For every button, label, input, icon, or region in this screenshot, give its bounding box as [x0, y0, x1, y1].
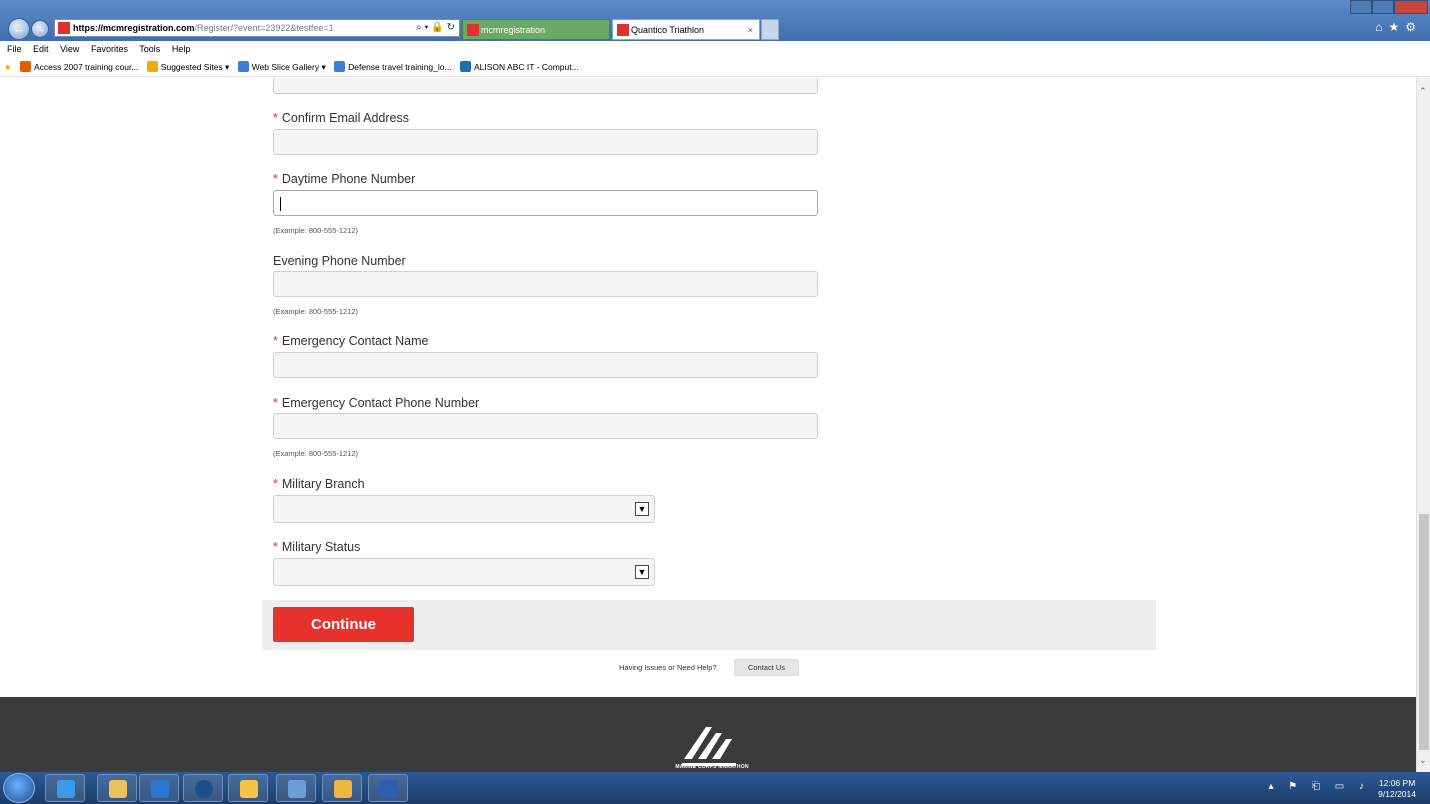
evening-phone-input[interactable]: [273, 271, 818, 297]
menu-tools[interactable]: Tools: [139, 44, 160, 54]
home-favorites-tools-icon[interactable]: ⌂★⚙: [1375, 20, 1422, 34]
tab-mcmregistration[interactable]: mcmregistration: [462, 19, 610, 40]
favorites-bar: ★ Access 2007 training cour... Suggested…: [0, 57, 1430, 77]
system-clock[interactable]: 12:06 PM 9/12/2014: [1378, 778, 1416, 800]
taskbar-explorer[interactable]: [97, 774, 137, 802]
emergency-name-input[interactable]: [273, 352, 818, 378]
internet-explorer-icon: [57, 780, 75, 798]
bing-icon: [146, 61, 158, 72]
favorite-access-training[interactable]: Access 2007 training cour...: [20, 57, 138, 77]
daytime-phone-label: * Daytime Phone Number: [273, 172, 416, 186]
app-icon: [240, 780, 258, 798]
system-tray-icons[interactable]: ▴ ⚑ ⎗ ▭ ♪: [1268, 781, 1370, 792]
favorite-defense-travel[interactable]: Defense travel training_lo...: [334, 57, 452, 77]
taskbar-media[interactable]: [139, 774, 179, 802]
taskbar-window[interactable]: [276, 774, 316, 802]
taskbar-app[interactable]: [228, 774, 268, 802]
evening-phone-label: Evening Phone Number: [273, 254, 406, 268]
tab-favicon-icon: [617, 24, 629, 36]
military-branch-label: * Military Branch: [273, 477, 365, 491]
help-text: Having Issues or Need Help?: [619, 663, 717, 672]
close-window-button[interactable]: [1394, 0, 1428, 14]
address-path: /Register/?event=23922&testfee=1: [194, 23, 334, 33]
page-content: * Confirm Email Address * Daytime Phone Nu…: [0, 78, 1416, 772]
new-tab-button[interactable]: [761, 19, 779, 40]
scroll-up-icon[interactable]: ⌃: [1419, 86, 1427, 97]
dropdown-arrow-icon[interactable]: ▼: [635, 502, 649, 516]
tab-favicon-icon: [467, 24, 479, 36]
address-actions-icon[interactable]: ⌕ ▾ 🔒 ↻: [416, 20, 455, 36]
menu-bar: File Edit View Favorites Tools Help: [0, 41, 1430, 57]
tab-label: Quantico Triathlon: [631, 25, 705, 35]
favorite-web-slice-gallery[interactable]: Web Slice Gallery ▾: [237, 57, 326, 77]
contact-us-button[interactable]: Contact Us: [734, 659, 799, 676]
tab-label: mcmregistration: [481, 25, 546, 35]
back-button[interactable]: ←: [8, 18, 30, 40]
emergency-name-label: * Emergency Contact Name: [273, 334, 429, 348]
email-input[interactable]: [273, 78, 818, 94]
address-domain: https://mcmregistration.com: [73, 23, 195, 33]
forward-button[interactable]: →: [31, 20, 49, 38]
scroll-down-icon[interactable]: ⌄: [1419, 755, 1427, 766]
hp-icon: [195, 780, 213, 798]
taskbar-word[interactable]: [368, 774, 408, 802]
ie-page-icon: [237, 61, 249, 72]
menu-help[interactable]: Help: [172, 44, 191, 54]
alison-icon: [459, 61, 471, 72]
favorite-alison[interactable]: ALISON ABC IT - Comput...: [459, 57, 579, 77]
dropdown-arrow-icon[interactable]: ▼: [635, 565, 649, 579]
favorite-suggested-sites[interactable]: Suggested Sites ▾: [146, 57, 229, 77]
media-player-icon: [151, 780, 169, 798]
military-status-select[interactable]: ▼: [273, 558, 655, 586]
restore-button[interactable]: [1372, 0, 1394, 14]
mail-icon: [334, 780, 352, 798]
menu-favorites[interactable]: Favorites: [91, 44, 128, 54]
forward-arrow-icon: →: [34, 23, 46, 35]
continue-button[interactable]: Continue: [273, 607, 414, 642]
ie-page-icon: [334, 61, 346, 72]
windows-taskbar: ▴ ⚑ ⎗ ▭ ♪ 12:06 PM 9/12/2014: [0, 772, 1430, 804]
text-caret: [280, 197, 281, 211]
minimize-button[interactable]: [1350, 0, 1372, 14]
favorites-star-icon[interactable]: ★: [4, 57, 12, 77]
tab-quantico-triathlon[interactable]: Quantico Triathlon ×: [612, 19, 760, 40]
browser-titlebar: ← → https://mcmregistration.com/Register…: [0, 0, 1430, 41]
taskbar-hp[interactable]: [183, 774, 223, 802]
site-footer: MARINE CORPS MARATHON: [0, 697, 1416, 772]
taskbar-ie[interactable]: [45, 774, 85, 802]
clock-time: 12:06 PM: [1378, 778, 1416, 788]
military-branch-select[interactable]: ▼: [273, 495, 655, 523]
emergency-phone-input[interactable]: [273, 413, 818, 439]
folder-icon: [109, 780, 127, 798]
site-favicon-icon: [58, 22, 70, 34]
form-action-bar: Continue: [262, 600, 1156, 650]
emergency-phone-hint: (Example: 800-555-1212): [273, 449, 359, 458]
page-scrollbar[interactable]: ⌃ ⌄: [1416, 78, 1430, 772]
window-icon: [288, 780, 306, 798]
taskbar-outlook[interactable]: [322, 774, 362, 802]
clock-date: 9/12/2014: [1378, 789, 1416, 799]
evening-phone-hint: (Example: 800-555-1212): [273, 307, 359, 316]
daytime-phone-input[interactable]: [273, 190, 818, 216]
menu-edit[interactable]: Edit: [33, 44, 49, 54]
tab-close-icon[interactable]: ×: [748, 20, 753, 40]
menu-file[interactable]: File: [7, 44, 22, 54]
menu-view[interactable]: View: [60, 44, 79, 54]
confirm-email-label: * Confirm Email Address: [273, 111, 409, 125]
back-arrow-icon: ←: [12, 21, 26, 36]
word-icon: [380, 780, 398, 798]
emergency-phone-label: * Emergency Contact Phone Number: [273, 396, 480, 410]
confirm-email-input[interactable]: [273, 129, 818, 155]
daytime-phone-hint: (Example: 800-555-1212): [273, 226, 359, 235]
military-status-label: * Military Status: [273, 540, 361, 554]
office-icon: [20, 61, 31, 72]
scrollbar-thumb[interactable]: [1419, 514, 1429, 750]
footer-logo-text: MARINE CORPS MARATHON: [675, 764, 749, 770]
address-bar[interactable]: https://mcmregistration.com/Register/?ev…: [54, 19, 460, 37]
start-button[interactable]: [3, 773, 35, 803]
